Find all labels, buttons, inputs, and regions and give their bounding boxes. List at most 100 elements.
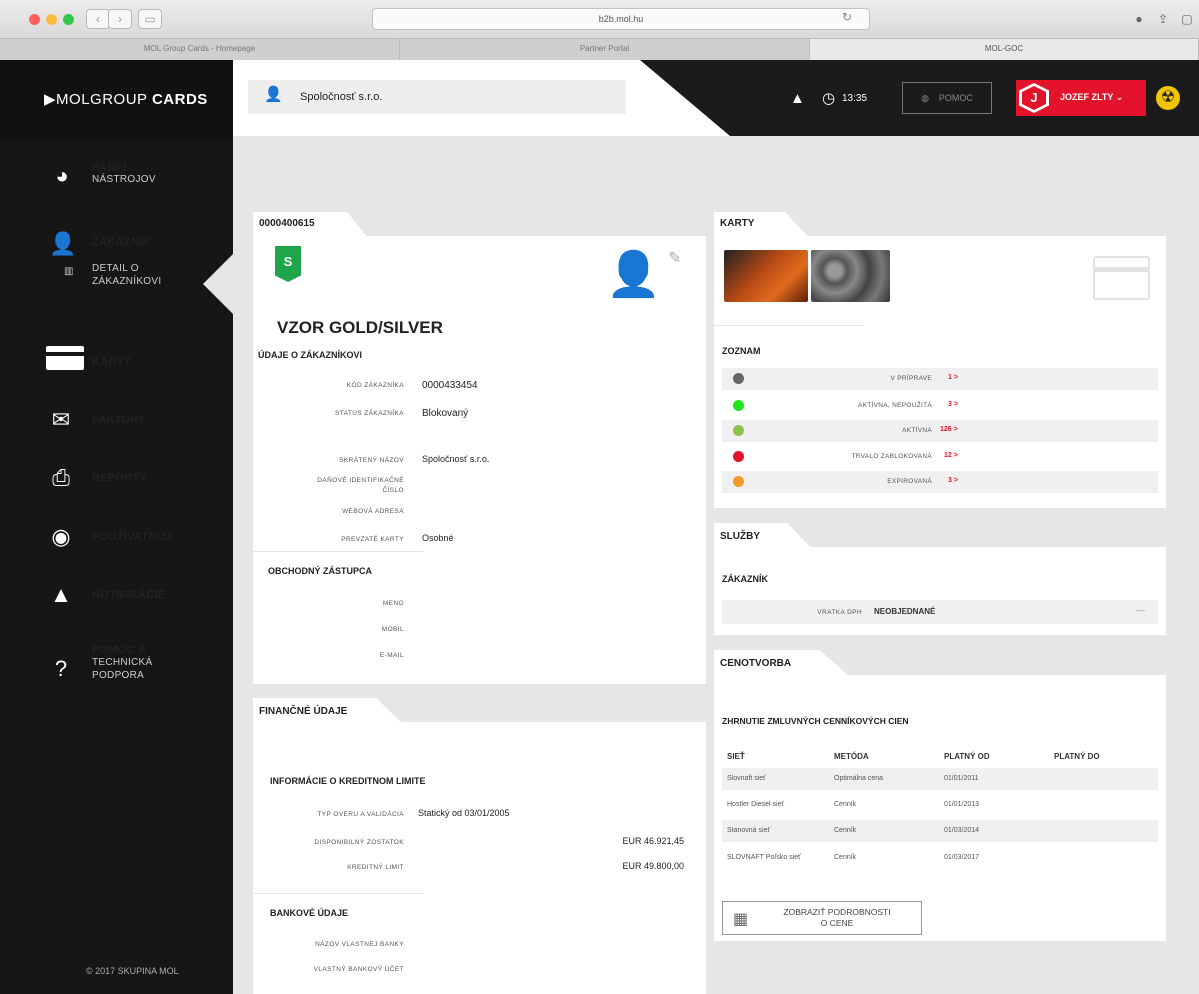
browser-tab-active[interactable]: MOL-GOC: [810, 39, 1199, 60]
customer-tier-badge: S: [275, 246, 301, 282]
sidebar-item-customer[interactable]: ZÁKAZNÍK: [92, 236, 151, 248]
sidebar-item-reports[interactable]: REPORTY: [92, 472, 147, 484]
card-status-row[interactable]: EXPIROVANÁ 3 >: [722, 471, 1158, 493]
sidebar-subitem-customer-detail[interactable]: DETAIL O ZÁKAZNÍKOVI: [92, 262, 192, 288]
table-header: PLATNÝ DO: [1054, 752, 1100, 761]
status-dot: [733, 400, 744, 411]
status-count-link[interactable]: 3 >: [948, 477, 958, 484]
table-cell: 01/01/2011: [944, 775, 979, 782]
sidebar-toggle-icon[interactable]: ▭: [138, 9, 162, 29]
credit-limit-value: EUR 49.800,00: [622, 861, 684, 871]
card-status-row[interactable]: V PRÍPRAVE 1 >: [722, 368, 1158, 390]
credit-limit-title: INFORMÁCIE O KREDITNOM LIMITE: [270, 776, 426, 786]
cards-tab: KARTY: [714, 212, 809, 238]
status-label: AKTÍVNA: [902, 427, 932, 434]
help-button-icon: ◍: [921, 93, 929, 103]
radiation-icon[interactable]: ☢: [1156, 86, 1180, 110]
sidebar-item-users[interactable]: POUŽÍVATELIA: [92, 531, 175, 543]
share-icon[interactable]: ⇪: [1152, 9, 1174, 29]
services-tab: SLUŽBY: [714, 523, 812, 549]
services-title: SLUŽBY: [720, 531, 760, 542]
clock-icon: ◷: [822, 90, 836, 107]
browser-tab[interactable]: Partner Portal: [400, 39, 810, 60]
browser-tab[interactable]: MOL Group Cards - Homepage: [0, 39, 400, 60]
card-status-row[interactable]: TRVALO ZABLOKOVANÁ 12 >: [722, 446, 1158, 468]
dashboard-icon: ◕: [55, 163, 69, 188]
chart-icon: ▥: [64, 266, 74, 277]
sidebar-item-label: POMOC A: [92, 644, 147, 656]
sidebar-item-notifications[interactable]: NOTIFIKÁCIE: [92, 589, 166, 601]
edit-icon[interactable]: ✎: [668, 248, 681, 268]
pricing-tab: CENOTVORBA: [714, 650, 849, 676]
sidebar-item-sublabel: NÁSTROJOV: [92, 174, 156, 185]
inbox-icon: ⎙: [52, 465, 70, 490]
financial-panel: [253, 722, 706, 994]
field-label: DAŇOVÉ IDENTIFIKAČNÉ ČÍSLO: [317, 477, 404, 494]
tabs-overview-icon[interactable]: ▢: [1176, 9, 1198, 29]
sidebar-item-help[interactable]: POMOC A TECHNICKÁ PODPORA: [92, 644, 202, 682]
status-dot: [733, 373, 744, 384]
maximize-window-icon[interactable]: [63, 14, 74, 25]
warning-icon: ▲: [50, 582, 72, 607]
table-cell: Hostler Diesel sieť: [727, 801, 785, 808]
status-count-link[interactable]: 126 >: [940, 426, 958, 433]
user-circle-icon: ◉: [51, 524, 71, 549]
card-status-row[interactable]: AKTÍVNA, NEPOUŽITÁ 3 >: [722, 395, 1158, 417]
table-cell: Cenník: [834, 854, 857, 861]
minimize-window-icon[interactable]: [46, 14, 57, 25]
customer-avatar-placeholder: 👤: [606, 250, 661, 299]
divider: [253, 551, 423, 552]
envelope-icon: ✉: [51, 407, 71, 432]
service-value: NEOBJEDNANÉ: [874, 607, 936, 616]
sidebar-item-cards[interactable]: KARTY: [92, 356, 131, 368]
help-icon: ?: [54, 656, 68, 681]
status-count-link[interactable]: 3 >: [948, 401, 958, 408]
table-cell: SLOVNAFT Poľsko sieť: [727, 854, 801, 861]
price-details-label-2: O CENE: [820, 918, 854, 928]
forward-icon[interactable]: ›: [108, 9, 132, 29]
divider: [253, 893, 423, 894]
back-icon[interactable]: ‹: [86, 9, 110, 29]
service-label: VRATKA DPH: [817, 609, 862, 616]
status-label: TRVALO ZABLOKOVANÁ: [851, 453, 932, 460]
price-details-button[interactable]: ▦ ZOBRAZIŤ PODROBNOSTI O CENE: [722, 901, 922, 935]
status-count-link[interactable]: 12 >: [944, 452, 958, 459]
sidebar-item-sublabel: TECHNICKÁ PODPORA: [92, 657, 153, 681]
sidebar-item-dashboard[interactable]: PANEL NÁSTROJOV: [92, 162, 156, 185]
customer-id: 0000400615: [259, 218, 315, 229]
financial-tab: FINANČNÉ ÚDAJE: [253, 698, 403, 724]
field-label: E-MAIL: [379, 652, 404, 659]
molgroup-cards-logo[interactable]: ▶MOLGROUP CARDS: [44, 90, 208, 108]
financial-title: FINANČNÉ ÚDAJE: [259, 706, 348, 717]
alert-icon[interactable]: ▲: [790, 90, 805, 107]
sidebar-item-label: ZÁKAZNÍK: [92, 236, 151, 248]
table-header: SIEŤ: [727, 752, 745, 761]
silver-card-image[interactable]: [811, 250, 890, 302]
available-balance-value: EUR 46.921,45: [622, 836, 684, 846]
field-label: SKRÁTENÝ NÁZOV: [339, 457, 404, 464]
status-dot: [733, 451, 744, 462]
reload-icon[interactable]: ↻: [842, 10, 852, 24]
status-count-link[interactable]: 1 >: [948, 374, 958, 381]
pricing-title: CENOTVORBA: [720, 658, 792, 669]
help-button[interactable]: ◍ POMOC: [902, 82, 992, 114]
price-details-label: ZOBRAZIŤ PODROBNOSTI O CENE: [757, 907, 917, 929]
table-cell: Cenník: [834, 801, 857, 808]
pricing-subtitle: ZHRNUTIE ZMLUVNÝCH CENNÍKOVÝCH CIEN: [722, 716, 909, 726]
gold-card-image[interactable]: [724, 250, 808, 302]
close-window-icon[interactable]: [29, 14, 40, 25]
field-label: VLASTNÝ BANKOVÝ ÚČET: [313, 966, 404, 973]
user-icon: 👤: [49, 231, 77, 256]
field-label: DISPONIBILNÝ ZOSTATOK: [314, 839, 404, 846]
calendar-icon: ▦: [733, 911, 749, 928]
field-label: NÁZOV VLASTNEJ BANKY: [315, 941, 404, 948]
status-label: V PRÍPRAVE: [890, 375, 932, 382]
card-status-row[interactable]: AKTÍVNA 126 >: [722, 420, 1158, 442]
address-bar[interactable]: b2b.mol.hu: [372, 8, 870, 30]
customer-code-value: 0000433454: [422, 380, 478, 391]
customer-section-title: ÚDAJE O ZÁKAZNÍKOVI: [258, 350, 363, 360]
user-name-label: JOZEF ZLTY: [1060, 92, 1114, 102]
table-header: PLATNÝ OD: [944, 752, 990, 761]
sidebar-item-invoices[interactable]: FAKTÚRY: [92, 414, 146, 426]
extension-icon[interactable]: ●: [1128, 9, 1150, 29]
